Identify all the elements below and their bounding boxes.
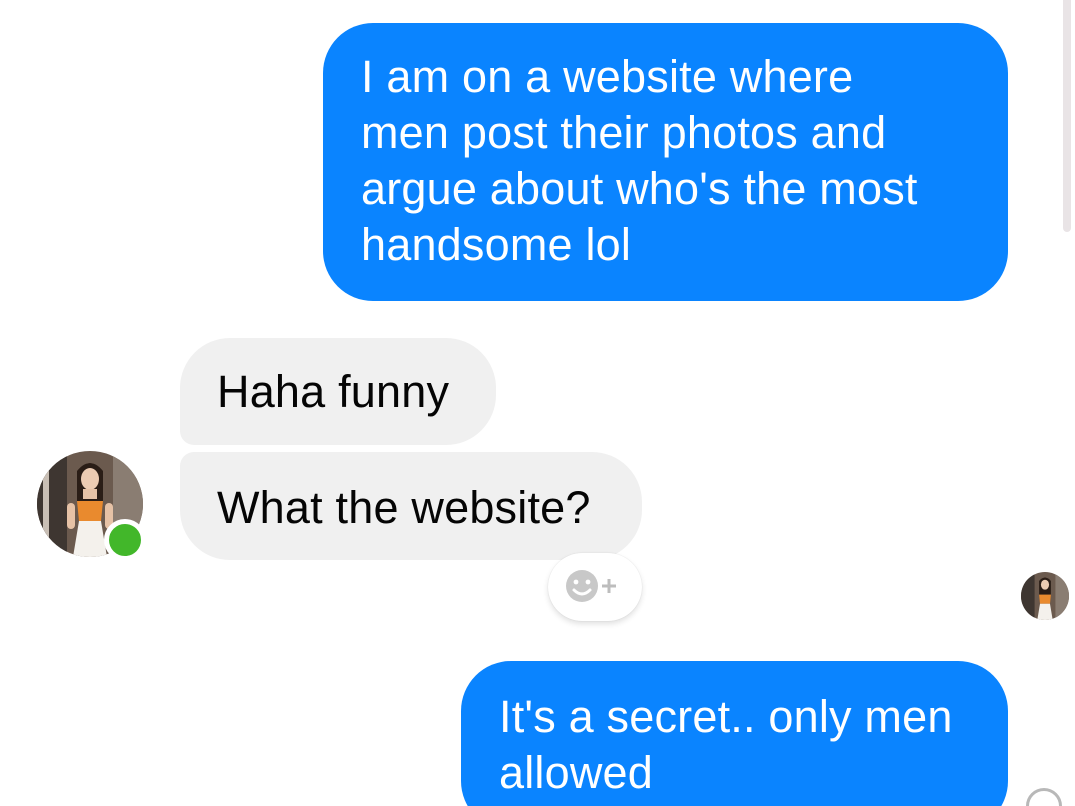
- smiley-plus-icon: [566, 570, 616, 602]
- received-message-bubble[interactable]: What the website?: [180, 452, 642, 560]
- scrollbar[interactable]: [1063, 0, 1071, 232]
- online-status-dot: [104, 519, 146, 561]
- add-reaction-button[interactable]: [548, 553, 642, 621]
- sent-message-bubble[interactable]: I am on a website where men post their p…: [323, 23, 1008, 301]
- read-receipt-photo: [1021, 572, 1069, 620]
- read-receipt-avatar: [1021, 572, 1069, 620]
- chat-thread: I am on a website where men post their p…: [0, 0, 1075, 806]
- delivered-check-icon: [1026, 788, 1062, 806]
- received-message-bubble[interactable]: Haha funny: [180, 338, 496, 445]
- sent-message-bubble[interactable]: It's a secret.. only men allowed: [461, 661, 1008, 806]
